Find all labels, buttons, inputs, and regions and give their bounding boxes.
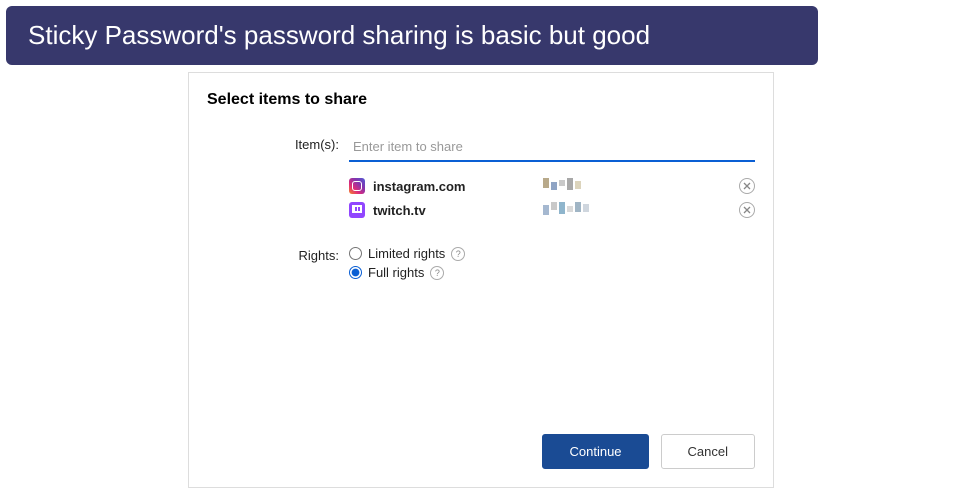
continue-button[interactable]: Continue bbox=[542, 434, 648, 469]
remove-item-button[interactable] bbox=[739, 178, 755, 194]
rights-option-limited[interactable]: Limited rights ? bbox=[349, 244, 755, 263]
dialog-title: Select items to share bbox=[207, 91, 755, 109]
rights-label: Rights: bbox=[207, 244, 349, 263]
item-domain: instagram.com bbox=[373, 179, 543, 194]
help-icon[interactable]: ? bbox=[430, 266, 444, 280]
items-row: Item(s): instagram.com twitch.tv bbox=[207, 133, 755, 222]
twitch-icon bbox=[349, 202, 365, 218]
full-rights-label: Full rights bbox=[368, 265, 424, 280]
share-dialog: Select items to share Item(s): instagram… bbox=[188, 72, 774, 488]
item-domain: twitch.tv bbox=[373, 203, 543, 218]
remove-item-button[interactable] bbox=[739, 202, 755, 218]
item-username-redacted bbox=[543, 178, 683, 194]
caption-text: Sticky Password's password sharing is ba… bbox=[28, 20, 650, 50]
close-icon bbox=[743, 182, 751, 190]
full-rights-radio[interactable] bbox=[349, 266, 362, 279]
item-username-redacted bbox=[543, 202, 683, 218]
items-list: instagram.com twitch.tv bbox=[349, 174, 755, 222]
help-icon[interactable]: ? bbox=[451, 247, 465, 261]
close-icon bbox=[743, 206, 751, 214]
caption-banner: Sticky Password's password sharing is ba… bbox=[6, 6, 818, 65]
rights-option-full[interactable]: Full rights ? bbox=[349, 263, 755, 282]
limited-rights-label: Limited rights bbox=[368, 246, 445, 261]
list-item: instagram.com bbox=[349, 174, 755, 198]
dialog-footer: Continue Cancel bbox=[542, 434, 755, 469]
items-label: Item(s): bbox=[207, 133, 349, 152]
list-item: twitch.tv bbox=[349, 198, 755, 222]
instagram-icon bbox=[349, 178, 365, 194]
cancel-button[interactable]: Cancel bbox=[661, 434, 755, 469]
limited-rights-radio[interactable] bbox=[349, 247, 362, 260]
rights-row: Rights: Limited rights ? Full rights ? bbox=[207, 244, 755, 282]
items-input[interactable] bbox=[349, 133, 755, 162]
